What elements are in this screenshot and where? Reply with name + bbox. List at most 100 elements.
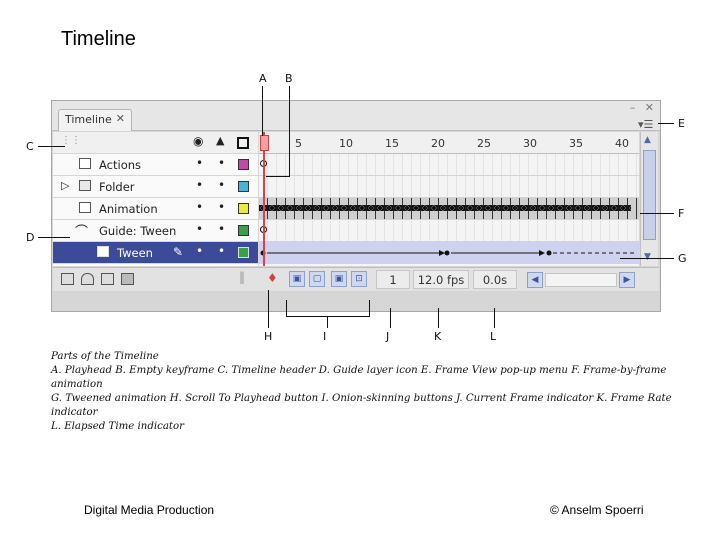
timeline-tab-label: Timeline: [65, 113, 112, 126]
tab-close-icon[interactable]: ✕: [116, 112, 125, 125]
layer-color-swatch[interactable]: [238, 203, 249, 214]
footer-copyright: © Anselm Spoerri: [550, 503, 644, 517]
ruler-tick: 15: [385, 137, 399, 150]
leader-g: [620, 258, 674, 259]
layer-color-swatch[interactable]: [238, 247, 249, 258]
slide-title: Timeline: [61, 28, 136, 50]
scroll-thumb[interactable]: [643, 150, 656, 240]
scroll-down-arrow-icon[interactable]: ▼: [644, 252, 651, 262]
callout-l: L: [490, 330, 497, 343]
ruler-tick: 30: [523, 137, 537, 150]
frame-row-tween[interactable]: [259, 242, 639, 264]
frame-row-guide[interactable]: [259, 220, 639, 242]
layer-name: Tween: [117, 246, 153, 260]
lock-dot[interactable]: •: [218, 222, 225, 236]
new-layer-icon[interactable]: [61, 273, 74, 285]
leader-f: [640, 213, 674, 214]
leader-h: [268, 290, 269, 328]
scroll-left-arrow-icon[interactable]: ◀: [527, 272, 543, 288]
caption-heading: Parts of the Timeline: [51, 351, 159, 362]
eye-icon[interactable]: ◉: [193, 134, 203, 148]
layer-row-guide-tween[interactable]: ⌒ Guide: Tween • •: [53, 220, 258, 242]
layer-name: Animation: [99, 202, 158, 216]
layer-name: Guide: Tween: [99, 224, 177, 238]
edit-multiple-frames-button[interactable]: ▣: [331, 271, 347, 287]
leader-b-h: [266, 176, 290, 177]
layer-name: Actions: [99, 158, 142, 172]
lock-dot[interactable]: •: [218, 156, 225, 170]
layer-row-tween[interactable]: Tween ✎ • •: [53, 242, 258, 264]
add-motion-guide-icon[interactable]: [81, 273, 94, 285]
scroll-up-arrow-icon[interactable]: ▲: [644, 135, 651, 145]
leader-d: [38, 237, 70, 238]
outline-icon[interactable]: [237, 137, 249, 149]
callout-k: K: [434, 330, 442, 343]
layer-color-swatch[interactable]: [238, 159, 249, 170]
tween-arrows: [260, 250, 637, 256]
lock-dot[interactable]: •: [218, 200, 225, 214]
visibility-dot[interactable]: •: [196, 222, 203, 236]
onion-skin-button[interactable]: ▣: [289, 271, 305, 287]
ruler-tick: 5: [295, 137, 302, 150]
lock-dot[interactable]: •: [218, 178, 225, 192]
layer-icon: [79, 158, 91, 169]
leader-b: [289, 86, 290, 176]
playhead[interactable]: [263, 132, 265, 266]
lock-dot[interactable]: •: [218, 244, 225, 258]
caption-line: L. Elapsed Time indicator: [51, 421, 185, 432]
visibility-dot[interactable]: •: [196, 244, 203, 258]
frame-row-frame-by-frame[interactable]: [259, 198, 639, 220]
callout-j: J: [386, 330, 390, 343]
caption-line: A. Playhead B. Empty keyframe C. Timelin…: [51, 365, 667, 390]
new-folder-icon[interactable]: [101, 273, 114, 285]
ruler-tick: 20: [431, 137, 445, 150]
callout-g: G: [678, 252, 687, 265]
current-frame-indicator[interactable]: 1: [376, 270, 410, 289]
frame-row-actions[interactable]: [259, 154, 639, 176]
pencil-icon: ✎: [173, 245, 184, 259]
frame-ruler[interactable]: 1 5 10 15 20 25 30 35 40: [259, 132, 639, 154]
horizontal-scrollbar[interactable]: [545, 273, 617, 287]
folder-icon: [79, 180, 91, 191]
minimize-icon[interactable]: –: [630, 101, 636, 114]
trash-icon[interactable]: [121, 273, 134, 285]
close-icon[interactable]: ✕: [645, 101, 654, 114]
leader-a: [262, 86, 263, 136]
timeline-tab[interactable]: Timeline ✕: [58, 109, 132, 131]
frame-view-menu-icon[interactable]: ▾☰: [638, 118, 653, 131]
modify-onion-markers-button[interactable]: ⊡: [351, 271, 367, 287]
visibility-dot[interactable]: •: [196, 200, 203, 214]
callout-a: A: [259, 72, 267, 85]
ruler-tick: 10: [339, 137, 353, 150]
scroll-to-playhead-button[interactable]: ♦: [267, 271, 278, 285]
layer-row-folder[interactable]: ▷ Folder • •: [53, 176, 258, 198]
expand-triangle-icon[interactable]: ▷: [61, 179, 69, 192]
layer-color-swatch[interactable]: [238, 225, 249, 236]
leader-e: [658, 123, 674, 124]
leader-l: [494, 308, 495, 328]
layer-row-animation[interactable]: Animation • •: [53, 198, 258, 220]
guide-layer-icon: ⌒: [75, 225, 89, 240]
visibility-dot[interactable]: •: [196, 178, 203, 192]
lock-icon[interactable]: ▲: [216, 134, 224, 147]
figure-caption: Parts of the Timeline A. Playhead B. Emp…: [51, 350, 711, 434]
frame-rate-indicator[interactable]: 12.0 fps: [413, 270, 469, 289]
scroll-right-arrow-icon[interactable]: ▶: [619, 272, 635, 288]
layer-color-swatch[interactable]: [238, 181, 249, 192]
leader-c: [38, 146, 65, 147]
leader-i-h: [286, 316, 370, 317]
frame-row-folder[interactable]: [259, 176, 639, 198]
vertical-scrollbar[interactable]: ▲ ▼: [640, 132, 658, 266]
layer-list: ⋮⋮ ◉ ▲ Actions • • ▷ Folder • • Animatio…: [53, 132, 258, 266]
splitter-grip-icon[interactable]: ‖: [239, 270, 245, 284]
visibility-dot[interactable]: •: [196, 156, 203, 170]
layer-row-actions[interactable]: Actions • •: [53, 154, 258, 176]
timeline-header-row: ⋮⋮ ◉ ▲: [53, 132, 258, 154]
playhead-handle[interactable]: [260, 135, 269, 151]
elapsed-time-indicator: 0.0s: [473, 270, 517, 289]
onion-skin-outlines-button[interactable]: ▢: [309, 271, 325, 287]
leader-j: [390, 308, 391, 328]
timeline-bottom-bar: ‖ ♦ ▣ ▢ ▣ ⊡ 1 12.0 fps 0.0s ◀ ▶: [53, 267, 659, 291]
timeline-header-grip-icon[interactable]: ⋮⋮: [61, 135, 81, 146]
ruler-tick: 35: [569, 137, 583, 150]
